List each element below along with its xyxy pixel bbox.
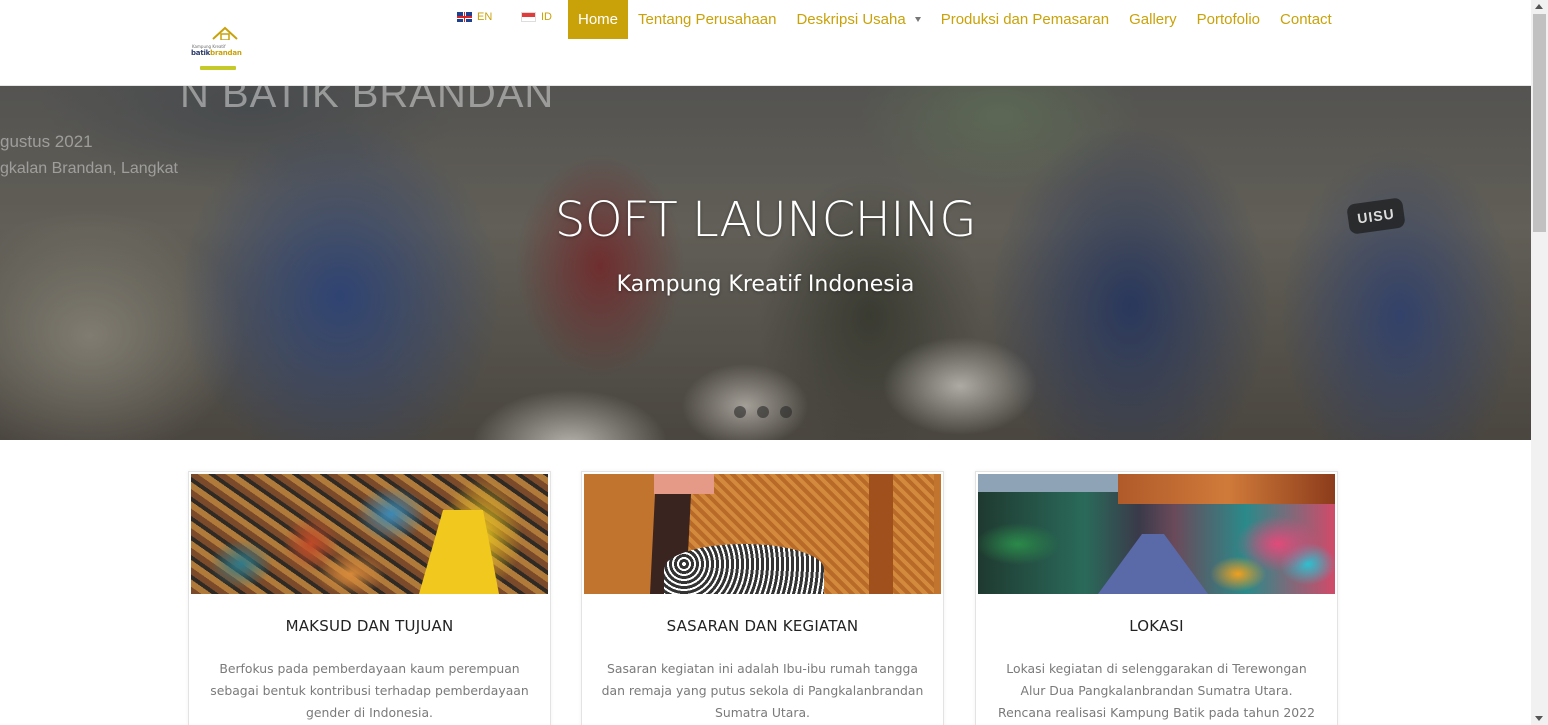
hero-photo-banner-text: N BATIK BRANDAN bbox=[180, 86, 555, 116]
card-title: LOKASI bbox=[1129, 617, 1184, 635]
flag-uk-icon bbox=[457, 12, 472, 22]
scrollbar-thumb[interactable] bbox=[1533, 14, 1546, 232]
nav-deskripsi-usaha-label: Deskripsi Usaha bbox=[796, 11, 906, 28]
slider-dot-1[interactable] bbox=[734, 406, 746, 418]
house-roof-icon bbox=[212, 26, 238, 40]
language-id-link[interactable]: ID bbox=[521, 11, 552, 23]
hero-photo-location-text: gkalan Brandan, Langkat bbox=[0, 160, 178, 177]
language-en-label: EN bbox=[477, 11, 493, 23]
nav-deskripsi-usaha[interactable]: Deskripsi Usaha bbox=[786, 0, 930, 39]
slider-pagination bbox=[734, 406, 792, 418]
nav-home[interactable]: Home bbox=[568, 0, 629, 39]
hero-photo-date-text: gustus 2021 bbox=[0, 132, 93, 151]
card-image-batik-mural bbox=[191, 474, 548, 594]
language-en-link[interactable]: EN bbox=[457, 11, 492, 23]
logo-wordmark: batikbrandan bbox=[191, 49, 242, 57]
flag-id-icon bbox=[521, 12, 536, 22]
site-header: Kampung Kreatif batikbrandan EN ID Home … bbox=[0, 0, 1531, 86]
nav-portofolio[interactable]: Portofolio bbox=[1187, 0, 1270, 39]
nav-gallery[interactable]: Gallery bbox=[1119, 0, 1187, 39]
card-text: Sasaran kegiatan ini adalah Ibu-ibu ruma… bbox=[601, 661, 924, 720]
language-id-label: ID bbox=[541, 11, 552, 23]
scroll-up-arrow-icon[interactable] bbox=[1535, 4, 1543, 9]
nav-produksi-dan-pemasaran[interactable]: Produksi dan Pemasaran bbox=[931, 0, 1119, 39]
card-title: MAKSUD DAN TUJUAN bbox=[285, 617, 454, 635]
hero-title: SOFT LAUNCHING bbox=[554, 192, 977, 248]
card-maksud-dan-tujuan: MAKSUD DAN TUJUAN Berfokus pada pemberda… bbox=[188, 471, 551, 725]
nav-tentang-perusahaan[interactable]: Tentang Perusahaan bbox=[628, 0, 786, 39]
card-sasaran-dan-kegiatan: SASARAN DAN KEGIATAN Sasaran kegiatan in… bbox=[581, 471, 944, 725]
page-scrollbar[interactable] bbox=[1531, 0, 1548, 725]
site-logo[interactable]: Kampung Kreatif batikbrandan bbox=[188, 22, 246, 74]
caret-down-icon bbox=[914, 17, 921, 22]
card-text: Lokasi kegiatan di selenggarakan di Tere… bbox=[998, 661, 1315, 720]
card-image-mural-alley bbox=[978, 474, 1335, 594]
hero-subtitle: Kampung Kreatif Indonesia bbox=[616, 272, 915, 297]
card-title: SASARAN DAN KEGIATAN bbox=[666, 617, 859, 635]
card-text: Berfokus pada pemberdayaan kaum perempua… bbox=[210, 661, 529, 720]
slider-dot-3[interactable] bbox=[780, 406, 792, 418]
scroll-down-arrow-icon[interactable] bbox=[1535, 716, 1543, 721]
hero-slider[interactable]: N BATIK BRANDAN gustus 2021 gkalan Brand… bbox=[0, 86, 1531, 440]
card-lokasi: LOKASI Lokasi kegiatan di selenggarakan … bbox=[975, 471, 1338, 725]
nav-contact[interactable]: Contact bbox=[1270, 0, 1342, 39]
main-nav: Home Tentang Perusahaan Deskripsi Usaha … bbox=[568, 0, 1342, 39]
slider-dot-2[interactable] bbox=[757, 406, 769, 418]
card-image-batik-making bbox=[584, 474, 941, 594]
logo-underline bbox=[200, 66, 236, 70]
